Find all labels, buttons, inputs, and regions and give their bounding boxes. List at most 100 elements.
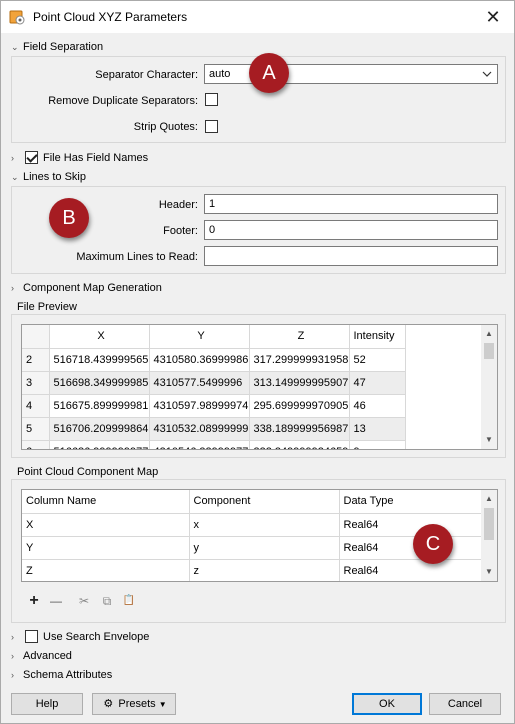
maximum-lines-input[interactable] <box>204 246 498 266</box>
advanced-header[interactable]: › Advanced <box>11 648 72 664</box>
maximum-lines-label: Maximum Lines to Read: <box>76 251 198 263</box>
remove-row-icon[interactable]: — <box>49 594 63 608</box>
chevron-down-icon: ⌄ <box>11 42 19 52</box>
footer-label: Footer: <box>163 225 198 237</box>
cancel-button[interactable]: Cancel <box>429 693 501 715</box>
help-button[interactable]: Help <box>11 693 83 715</box>
presets-button[interactable]: ⚙ Presets ▼ <box>92 693 176 715</box>
copy-icon[interactable]: ⧉ <box>100 594 114 608</box>
chevron-right-icon: › <box>11 651 14 661</box>
preview-column-header[interactable]: X <box>49 325 150 349</box>
table-cell[interactable]: Z <box>22 559 190 581</box>
paste-icon[interactable]: 📋 <box>122 594 136 608</box>
scroll-down-icon[interactable]: ▼ <box>485 567 493 576</box>
table-row[interactable]: 3 516698.349999985 4310577.5499996 313.1499… <box>22 371 406 395</box>
table-cell[interactable]: Real64 <box>339 513 482 537</box>
row-number: 3 <box>22 371 50 395</box>
table-cell: 338.189999956987 <box>249 417 350 441</box>
window-title: Point Cloud XYZ Parameters <box>33 10 188 24</box>
scroll-down-icon[interactable]: ▼ <box>485 435 493 444</box>
table-cell: 13 <box>349 417 406 441</box>
header-input[interactable]: 1 <box>204 194 498 214</box>
remove-duplicate-separators-checkbox[interactable] <box>205 93 218 106</box>
table-cell: 516675.899999981 <box>49 394 150 418</box>
map-column-header[interactable]: Column Name <box>22 490 190 514</box>
table-row[interactable]: 6516686.9999999774310546.32999977332.349… <box>22 440 406 449</box>
table-cell: 4310597.98999974 <box>149 394 250 418</box>
dialog-window: Point Cloud XYZ Parameters ✕ ⌄ Field Sepa… <box>0 0 515 724</box>
table-row[interactable]: Xx Real64 <box>22 513 482 537</box>
table-cell[interactable]: X <box>22 513 190 537</box>
cut-icon[interactable]: ✂ <box>77 594 91 608</box>
table-cell: 516718.439999565 <box>49 348 150 372</box>
table-cell: 52 <box>349 348 406 372</box>
gear-icon: ⚙ <box>103 698 114 710</box>
table-cell[interactable]: y <box>189 536 340 560</box>
table-cell[interactable]: Y <box>22 536 190 560</box>
separator-character-value: auto <box>209 68 231 80</box>
use-search-envelope-row[interactable]: › <box>11 629 23 645</box>
table-cell: 295.699999970905 <box>249 394 350 418</box>
table-row[interactable]: Yy Real64 <box>22 536 482 560</box>
chevron-right-icon: › <box>11 632 14 642</box>
scroll-thumb[interactable] <box>484 508 494 540</box>
table-cell: 4310546.32999977 <box>149 440 250 449</box>
file-preview-table[interactable]: X Y Z Intensity 2 516718.439999565 4310580.36… <box>21 324 498 450</box>
ok-button[interactable]: OK <box>352 693 422 715</box>
row-number: 5 <box>22 417 50 441</box>
callout-c: C <box>413 524 453 564</box>
file-has-field-names-label: File Has Field Names <box>43 152 149 164</box>
file-preview-scrollbar[interactable]: ▲ ▼ <box>481 325 497 449</box>
preview-column-header[interactable] <box>22 325 50 349</box>
row-number: 2 <box>22 348 50 372</box>
table-cell: 516706.209999864 <box>49 417 150 441</box>
footer-input[interactable]: 0 <box>204 220 498 240</box>
table-row[interactable]: 5 516706.209999864 4310532.08999999 338.189… <box>22 417 406 441</box>
chevron-right-icon: › <box>11 153 14 163</box>
table-row[interactable]: 4 516675.899999981 4310597.98999974 295.699… <box>22 394 406 418</box>
field-separation-header[interactable]: ⌄ Field Separation <box>11 39 103 55</box>
use-search-envelope-checkbox[interactable] <box>25 630 38 643</box>
preview-column-header[interactable]: Intensity <box>349 325 406 349</box>
component-map-scrollbar[interactable]: ▲ ▼ <box>481 490 497 581</box>
strip-quotes-label: Strip Quotes: <box>133 121 198 133</box>
app-icon <box>9 10 25 25</box>
table-cell: 4310532.08999999 <box>149 417 250 441</box>
file-has-field-names-row[interactable]: › <box>11 150 23 166</box>
table-row[interactable]: 2 516718.439999565 4310580.36999986 317.299… <box>22 348 406 372</box>
use-search-envelope-label: Use Search Envelope <box>43 631 150 643</box>
table-cell[interactable]: Real64 <box>339 536 482 560</box>
table-row[interactable]: Zz Real64 <box>22 559 482 581</box>
file-has-field-names-checkbox[interactable] <box>25 151 38 164</box>
strip-quotes-checkbox[interactable] <box>205 120 218 133</box>
chevron-down-icon <box>482 71 492 77</box>
scroll-thumb[interactable] <box>484 343 494 359</box>
table-cell[interactable]: x <box>189 513 340 537</box>
scroll-up-icon[interactable]: ▲ <box>485 329 493 338</box>
add-row-icon[interactable]: + <box>27 593 41 609</box>
table-cell: 332.349999924659 <box>249 440 350 449</box>
scroll-up-icon[interactable]: ▲ <box>485 494 493 503</box>
file-preview-group: X Y Z Intensity 2 516718.439999565 4310580.36… <box>11 314 506 458</box>
component-map-header: Point Cloud Component Map <box>17 466 159 478</box>
file-preview-header: File Preview <box>17 301 77 313</box>
map-column-header[interactable]: Component <box>189 490 340 514</box>
schema-attributes-header[interactable]: › Schema Attributes <box>11 667 112 683</box>
close-button[interactable]: ✕ <box>482 6 504 28</box>
table-cell: 516698.349999985 <box>49 371 150 395</box>
table-cell[interactable]: Real64 <box>339 559 482 581</box>
component-map-generation-header[interactable]: › Component Map Generation <box>11 280 162 296</box>
table-cell[interactable]: z <box>189 559 340 581</box>
chevron-down-icon: ⌄ <box>11 172 19 182</box>
table-cell: 9 <box>349 440 406 449</box>
title-bar: Point Cloud XYZ Parameters ✕ <box>1 1 514 33</box>
preview-column-header[interactable]: Y <box>149 325 250 349</box>
lines-to-skip-header[interactable]: ⌄ Lines to Skip <box>11 169 86 185</box>
presets-label: Presets <box>118 698 156 710</box>
row-number: 6 <box>22 440 50 449</box>
map-column-header[interactable]: Data Type <box>339 490 482 514</box>
table-cell: 317.299999931958 <box>249 348 350 372</box>
callout-a: A <box>249 53 289 93</box>
table-cell: 46 <box>349 394 406 418</box>
preview-column-header[interactable]: Z <box>249 325 350 349</box>
